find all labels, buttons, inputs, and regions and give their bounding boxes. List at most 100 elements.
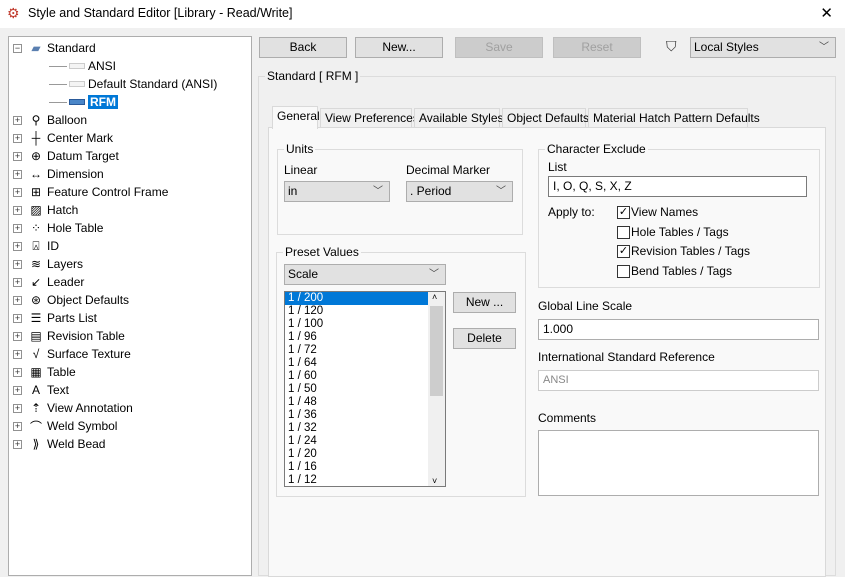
tab-view-preferences[interactable]: View Preferences [320, 108, 419, 128]
tree-item-parts-list[interactable]: + ☰ Parts List [13, 309, 97, 327]
expand-icon[interactable]: + [13, 421, 22, 431]
expand-icon[interactable]: + [13, 331, 22, 341]
tree-item-standard-2[interactable]: RFM [49, 93, 118, 111]
preset-type-select[interactable]: Scale ﹀ [284, 264, 446, 285]
balloon-icon: ⚲ [31, 113, 41, 127]
tree-item-leader[interactable]: + ↙ Leader [13, 273, 84, 291]
tree-item-weld-symbol[interactable]: + ⌒ Weld Symbol [13, 417, 117, 435]
tree-item-hatch[interactable]: + ▨ Hatch [13, 201, 78, 219]
reset-button[interactable]: Reset [553, 37, 641, 58]
list-item[interactable]: 1 / 50 [285, 383, 445, 396]
expand-icon[interactable]: + [13, 349, 22, 359]
linear-select[interactable]: in ﹀ [284, 181, 390, 202]
tree-item-text[interactable]: + A Text [13, 381, 69, 399]
tree-item-standard-1[interactable]: Default Standard (ANSI) [49, 75, 217, 93]
preset-new-button[interactable]: New ... [453, 292, 516, 313]
list-item[interactable]: 1 / 20 [285, 448, 445, 461]
center-mark-icon: ┼ [31, 131, 41, 145]
list-item[interactable]: 1 / 48 [285, 396, 445, 409]
tree-item-object-defaults[interactable]: + ⊛ Object Defaults [13, 291, 129, 309]
checkbox-0[interactable]: ✓ [617, 206, 630, 219]
list-item[interactable]: 1 / 96 [285, 331, 445, 344]
scroll-down-icon[interactable]: ˅ [432, 476, 437, 486]
list-item[interactable]: 1 / 60 [285, 370, 445, 383]
window-title: Style and Standard Editor [Library - Rea… [28, 6, 293, 20]
tree-item-standard[interactable]: − ▰ Standard [13, 39, 96, 57]
save-button[interactable]: Save [455, 37, 543, 58]
tree-item-layers[interactable]: + ≋ Layers [13, 255, 83, 273]
title-bar: ⚙ Style and Standard Editor [Library - R… [0, 0, 845, 28]
exclude-list-input[interactable]: I, O, Q, S, X, Z [548, 176, 807, 197]
scroll-up-icon[interactable]: ˄ [432, 292, 437, 302]
tab-material-hatch-pattern-defaults[interactable]: Material Hatch Pattern Defaults [588, 108, 760, 128]
expand-icon[interactable]: + [13, 403, 22, 413]
comments-textarea[interactable] [538, 430, 819, 496]
close-button[interactable]: ✕ [820, 4, 833, 22]
tree-item-standard-0[interactable]: ANSI [49, 57, 116, 75]
tree-item-revision-table[interactable]: + ▤ Revision Table [13, 327, 125, 345]
style-filter-select[interactable]: Local Styles ﹀ [690, 37, 836, 58]
expand-icon[interactable]: + [13, 151, 22, 161]
tree-item-datum-target[interactable]: + ⊕ Datum Target [13, 147, 119, 165]
expand-icon[interactable]: + [13, 115, 22, 125]
expand-icon[interactable]: + [13, 295, 22, 305]
tree-item-id[interactable]: + ⍓ ID [13, 237, 59, 255]
expand-icon[interactable]: + [13, 277, 22, 287]
tree-item-balloon[interactable]: + ⚲ Balloon [13, 111, 87, 129]
expand-icon[interactable]: + [13, 133, 22, 143]
expand-icon[interactable]: + [13, 241, 22, 251]
global-line-scale-input[interactable]: 1.000 [538, 319, 819, 340]
back-button[interactable]: Back [259, 37, 347, 58]
list-item[interactable]: 1 / 72 [285, 344, 445, 357]
list-scrollbar[interactable]: ˄ ˅ [428, 292, 445, 486]
scroll-thumb[interactable] [430, 306, 443, 396]
list-item[interactable]: 1 / 16 [285, 461, 445, 474]
style-tree[interactable]: − ▰ Standard ANSI Default Standard (ANSI)… [8, 36, 252, 576]
app-icon: ⚙ [7, 5, 20, 21]
tree-item-table[interactable]: + ▦ Table [13, 363, 76, 381]
checkbox-1[interactable] [617, 225, 630, 239]
list-item[interactable]: 1 / 12 [285, 474, 445, 486]
preset-values-list[interactable]: 1 / 200 1 / 120 1 / 100 1 / 96 1 / 72 1 / 64 1… [284, 291, 446, 487]
text-icon: A [31, 383, 40, 397]
list-item[interactable]: 1 / 120 [285, 305, 445, 318]
tree-item-weld-bead[interactable]: + ⟫ Weld Bead [13, 435, 105, 453]
tree-item-view-annotation[interactable]: + ⇡ View Annotation [13, 399, 133, 417]
tree-line [49, 101, 67, 103]
expand-icon[interactable]: + [13, 205, 22, 215]
expand-icon[interactable]: + [13, 259, 22, 269]
tree-label: Revision Table [47, 329, 125, 343]
list-item[interactable]: 1 / 36 [285, 409, 445, 422]
expand-icon[interactable]: + [13, 385, 22, 395]
checkbox-3[interactable] [617, 265, 630, 279]
tree-item-dimension[interactable]: + ↔ Dimension [13, 165, 104, 183]
tree-item-feature-control-frame[interactable]: + ⊞ Feature Control Frame [13, 183, 168, 201]
preset-delete-button[interactable]: Delete [453, 328, 516, 349]
list-item[interactable]: 1 / 200 [285, 292, 428, 305]
new-button[interactable]: New... [355, 37, 443, 58]
tree-item-hole-table[interactable]: + ⁘ Hole Table [13, 219, 103, 237]
expand-icon[interactable]: + [13, 169, 22, 179]
tab-object-defaults[interactable]: Object Defaults [502, 108, 589, 128]
list-item[interactable]: 1 / 100 [285, 318, 445, 331]
expand-icon[interactable]: + [13, 187, 22, 197]
checkbox-2[interactable]: ✓ [617, 245, 630, 259]
collapse-icon[interactable]: − [13, 43, 22, 53]
decimal-marker-select[interactable]: . Period ﹀ [406, 181, 513, 202]
list-item[interactable]: 1 / 64 [285, 357, 445, 370]
isr-input: ANSI [538, 370, 819, 391]
list-item[interactable]: 1 / 32 [285, 422, 445, 435]
expand-icon[interactable]: + [13, 439, 22, 449]
expand-icon[interactable]: + [13, 367, 22, 377]
tree-item-center-mark[interactable]: + ┼ Center Mark [13, 129, 113, 147]
expand-icon[interactable]: + [13, 313, 22, 323]
view-annotation-icon: ⇡ [30, 401, 42, 415]
chevron-down-icon: ﹀ [373, 186, 383, 197]
chevron-down-icon: ﹀ [429, 269, 439, 280]
list-item[interactable]: 1 / 24 [285, 435, 445, 448]
expand-icon[interactable]: + [13, 223, 22, 233]
tree-item-surface-texture[interactable]: + √ Surface Texture [13, 345, 131, 363]
id-icon: ⍓ [32, 238, 40, 253]
tab-available-styles[interactable]: Available Styles [414, 108, 504, 128]
tab-general[interactable]: General [272, 106, 320, 129]
